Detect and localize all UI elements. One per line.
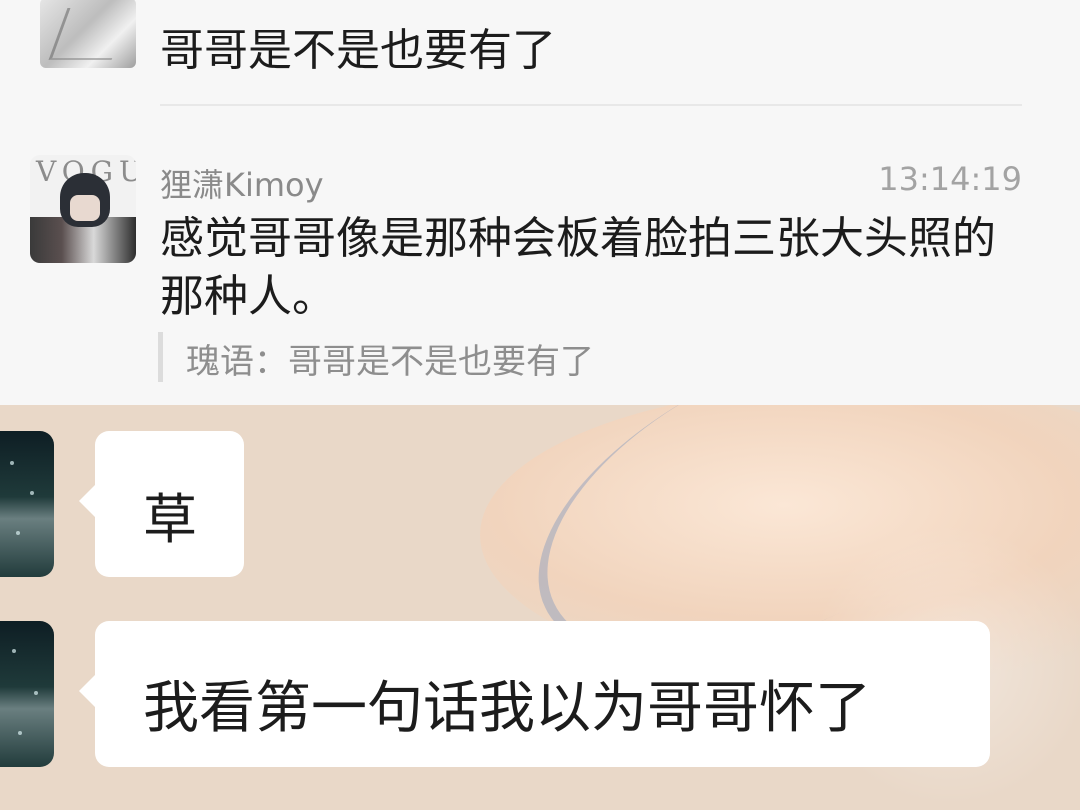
message-bubble[interactable]: 我看第一句话我以为哥哥怀了 <box>79 621 990 767</box>
quoted-reply[interactable]: 瑰语：哥哥是不是也要有了 <box>186 334 594 383</box>
avatar-artwork <box>48 8 131 60</box>
sender-avatar[interactable] <box>0 431 54 577</box>
avatar-face-art <box>70 195 100 221</box>
avatar-sparkle <box>10 461 14 465</box>
avatar-sparkle <box>34 691 38 695</box>
chat-area: 草 我看第一句话我以为哥哥怀了 <box>0 405 1080 810</box>
message-text: 我看第一句话我以为哥哥怀了 <box>143 676 871 741</box>
comment-thread: 哥哥是不是也要有了 VOGUE 狸潇Kimoy 13:14:19 感觉哥哥像是那… <box>0 0 1080 405</box>
message-bubble[interactable]: 草 <box>79 431 244 577</box>
quote-bar <box>158 332 163 382</box>
comment-timestamp: 13:14:19 <box>878 160 1022 198</box>
avatar-sparkle <box>18 731 22 735</box>
avatar-sparkle <box>30 491 34 495</box>
divider <box>160 104 1022 106</box>
avatar[interactable] <box>40 0 136 68</box>
comment-text: 感觉哥哥像是那种会板着脸拍三张大头照的那种人。 <box>160 213 996 322</box>
commenter-name[interactable]: 狸潇Kimoy <box>160 160 324 206</box>
message-text: 草 <box>143 488 197 551</box>
commenter-avatar[interactable]: VOGUE <box>30 155 136 263</box>
avatar-sparkle <box>16 531 20 535</box>
sender-avatar[interactable] <box>0 621 54 767</box>
avatar-sparkle <box>12 649 16 653</box>
previous-message-text: 哥哥是不是也要有了 <box>160 25 556 76</box>
